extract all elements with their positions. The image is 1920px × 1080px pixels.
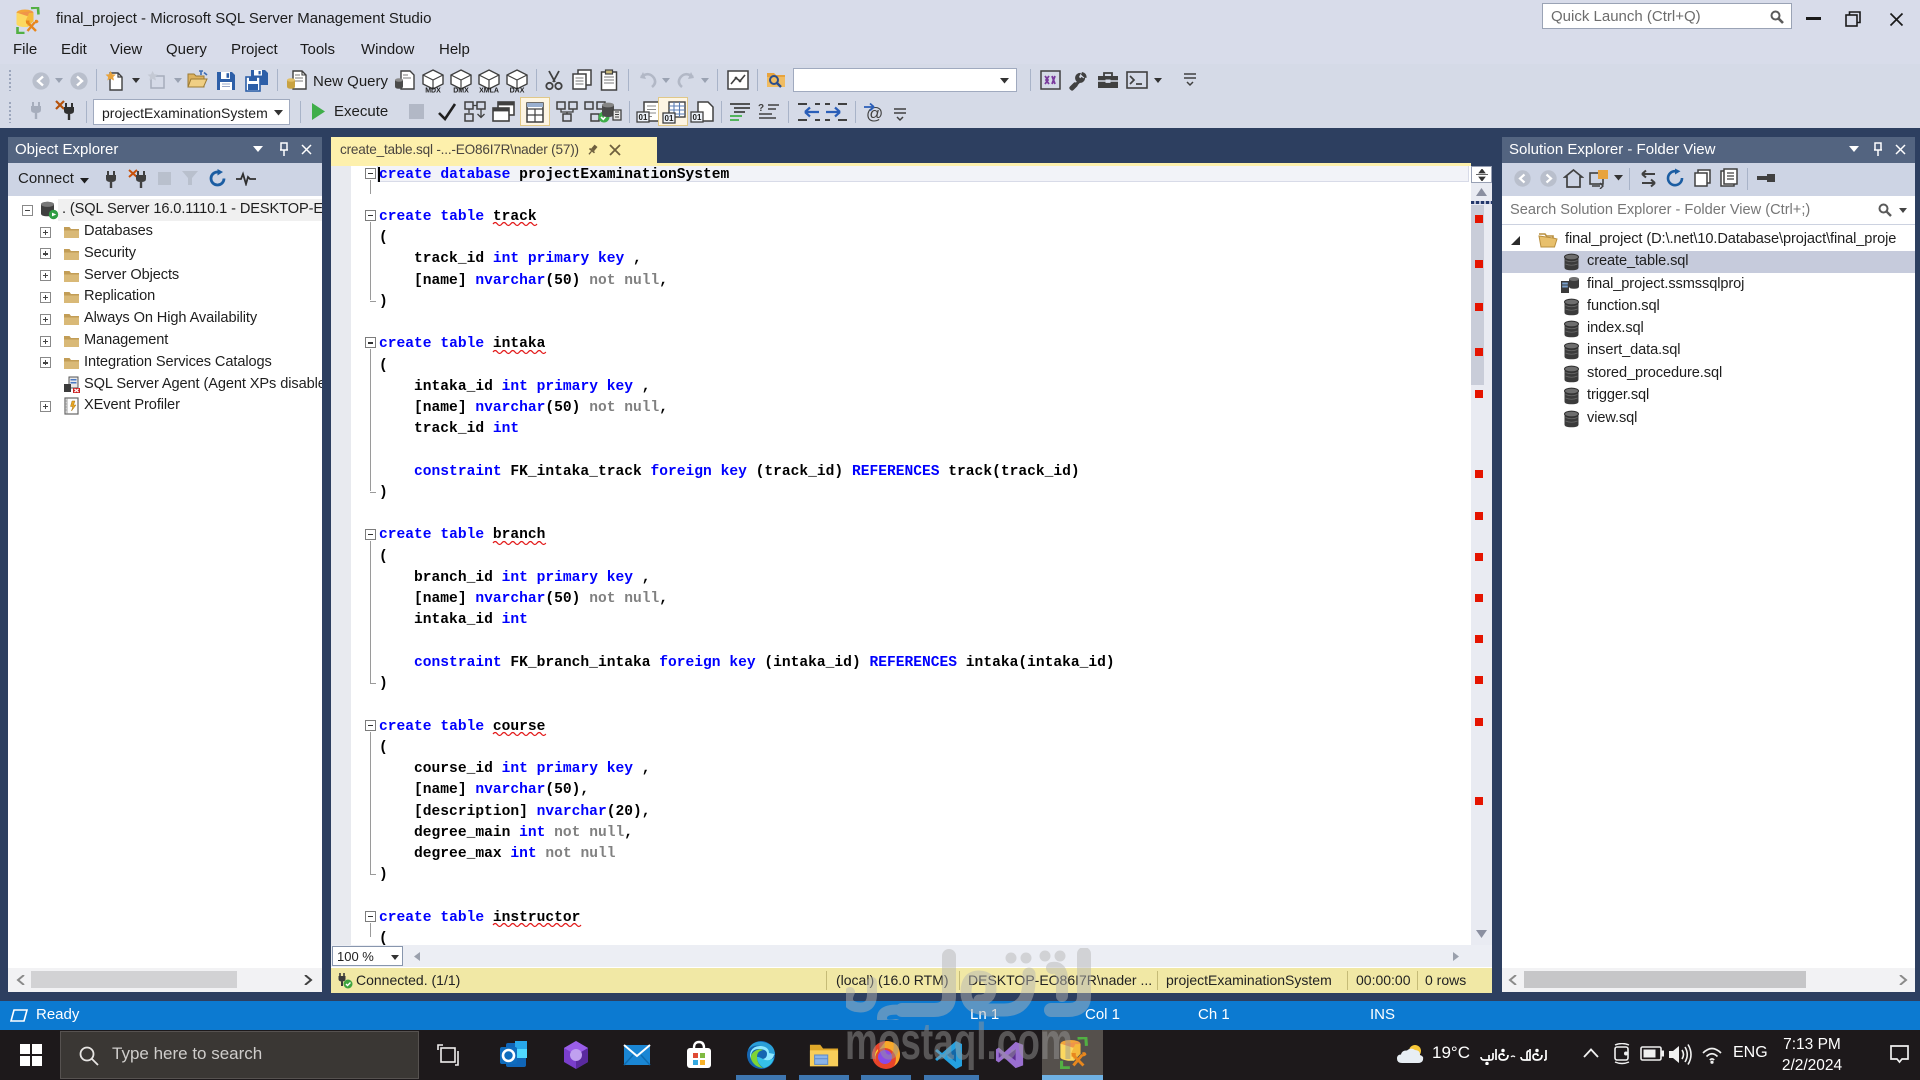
svg-text:DAX: DAX xyxy=(510,88,525,94)
svg-text:XMLA: XMLA xyxy=(479,88,499,94)
svg-text:MDX: MDX xyxy=(425,88,441,94)
svg-text:01: 01 xyxy=(665,114,674,123)
svg-text:01: 01 xyxy=(639,113,648,122)
svg-text:DMX: DMX xyxy=(453,88,469,94)
svg-text:01: 01 xyxy=(693,113,702,122)
svg-text:?: ? xyxy=(758,103,764,114)
